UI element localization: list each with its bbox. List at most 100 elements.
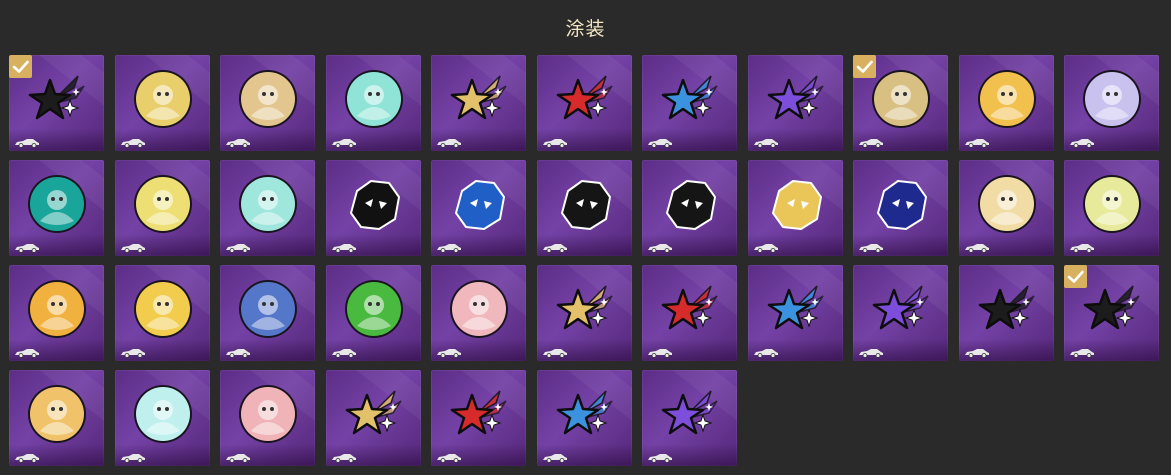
pink-cat-icon [132,383,194,445]
car-icon [542,347,568,358]
gold-star-spray-icon [343,383,405,445]
skin-tile[interactable] [1064,265,1159,361]
skin-tile[interactable] [325,160,421,256]
skin-tile[interactable] [536,265,632,361]
blue-hedgehog-icon [448,173,510,235]
car-icon [647,452,673,463]
car-icon [964,347,990,358]
car-icon [331,347,357,358]
cyan-blob-icon [237,173,299,235]
skin-tile[interactable] [536,370,632,466]
cartoon-circle-icon [976,68,1038,130]
car-icon [120,137,146,148]
blue-star-spray-icon [765,278,827,340]
car-icon [753,242,779,253]
skin-tile[interactable] [642,55,737,151]
car-icon [753,137,779,148]
car-icon [14,347,40,358]
car-icon [647,137,673,148]
character-portrait-icon [132,68,194,130]
skin-tile[interactable] [9,55,104,151]
skin-tile[interactable] [9,265,104,361]
car-icon [542,452,568,463]
car-icon [14,137,40,148]
car-icon [14,242,40,253]
skin-tile[interactable] [958,55,1054,151]
skin-tile[interactable] [642,265,737,361]
skin-tile[interactable] [325,55,421,151]
skin-tile[interactable] [958,265,1054,361]
car-icon [225,452,251,463]
black-star-spray-icon [1081,278,1143,340]
skin-tile[interactable] [642,370,737,466]
red-star-spray-icon [554,68,616,130]
character-portrait-icon [237,383,299,445]
shadow-hedgehog-icon [343,173,405,235]
purple-star-spray-icon [659,383,721,445]
skin-tile[interactable] [853,160,948,256]
car-icon [436,137,462,148]
car-icon [436,242,462,253]
car-icon [647,242,673,253]
skin-tile[interactable] [642,160,737,256]
skin-grid [9,55,1159,466]
skin-tile[interactable] [431,370,526,466]
skin-tile[interactable] [114,370,210,466]
car-icon [858,137,884,148]
skin-tile[interactable] [1064,160,1159,256]
skin-tile[interactable] [431,160,526,256]
car-icon [331,452,357,463]
purple-star-spray-icon [765,68,827,130]
skin-tile[interactable] [958,160,1054,256]
blue-star-spray-icon [554,383,616,445]
skin-tile[interactable] [747,160,843,256]
car-icon [331,137,357,148]
car-icon [542,242,568,253]
white-character-icon [26,383,88,445]
skin-tile[interactable] [220,160,315,256]
black-star-spray-icon [976,278,1038,340]
bird-circle-icon [26,278,88,340]
cream-character-icon [976,173,1038,235]
car-icon [225,347,251,358]
skin-tile[interactable] [114,55,210,151]
car-icon [858,347,884,358]
skin-tile[interactable] [1064,55,1159,151]
skin-tile[interactable] [747,55,843,151]
car-icon [1069,347,1095,358]
car-icon [120,242,146,253]
green-monster-icon [343,278,405,340]
skin-tile[interactable] [536,55,632,151]
equipped-check-icon [853,55,876,78]
skin-tile[interactable] [9,160,104,256]
car-icon [858,242,884,253]
skin-tile[interactable] [325,370,421,466]
skin-tile[interactable] [431,265,526,361]
skin-tile[interactable] [747,265,843,361]
skin-tile[interactable] [853,265,948,361]
blue-hair-hero-icon [870,173,932,235]
skin-tile[interactable] [220,265,315,361]
skin-tile[interactable] [114,265,210,361]
equipped-check-icon [9,55,32,78]
car-icon [542,137,568,148]
teal-logo-icon [26,173,88,235]
skin-tile[interactable] [220,370,315,466]
car-icon [964,242,990,253]
character-portrait-icon [237,68,299,130]
red-star-spray-icon [659,278,721,340]
skin-tile[interactable] [431,55,526,151]
black-cat-mask-icon [554,173,616,235]
car-icon [436,452,462,463]
skin-tile[interactable] [536,160,632,256]
car-icon [1069,137,1095,148]
skin-tile[interactable] [220,55,315,151]
car-icon [225,137,251,148]
skin-tile[interactable] [853,55,948,151]
blonde-hero-icon [765,173,827,235]
skin-tile[interactable] [9,370,104,466]
car-icon [964,137,990,148]
skin-tile[interactable] [114,160,210,256]
car-icon [225,242,251,253]
skin-tile[interactable] [325,265,421,361]
